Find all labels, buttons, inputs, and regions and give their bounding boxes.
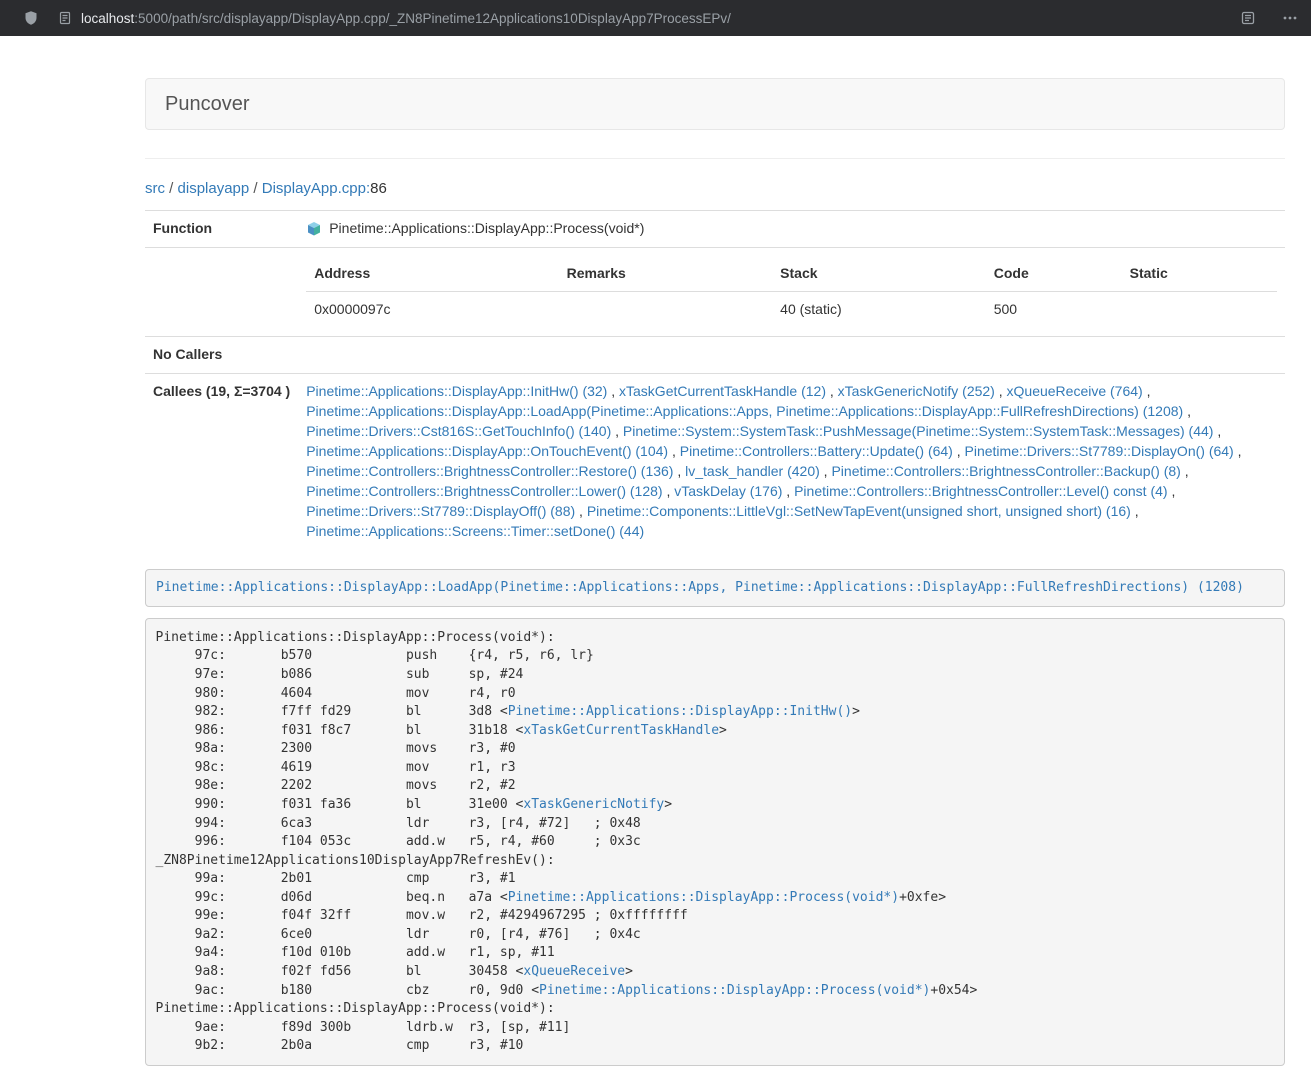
page-icon (58, 11, 72, 25)
breadcrumb-line-number: 86 (370, 180, 387, 197)
callees-list: Pinetime::Applications::DisplayApp::Init… (298, 373, 1285, 549)
col-address: Address (306, 256, 558, 291)
app-header: Puncover (145, 78, 1285, 130)
callees-separator: , (953, 443, 965, 459)
callee-link[interactable]: Pinetime::Drivers::St7789::DisplayOn() (… (965, 443, 1234, 459)
callee-link[interactable]: Pinetime::Controllers::BrightnessControl… (306, 463, 673, 479)
breadcrumb-link[interactable]: displayapp (178, 180, 250, 197)
callee-link[interactable]: xQueueReceive (764) (1007, 383, 1143, 399)
callee-link[interactable]: xTaskGetCurrentTaskHandle (12) (619, 383, 826, 399)
code-symbol-link[interactable]: xTaskGetCurrentTaskHandle (523, 723, 719, 738)
divider (145, 158, 1285, 159)
callees-separator: , (1213, 423, 1221, 439)
callees-label: Callees (19, Σ=3704 ) (145, 373, 298, 549)
function-table: Function Pinetime::Applications::Display… (145, 210, 1285, 550)
callee-link[interactable]: Pinetime::Controllers::Battery::Update()… (680, 443, 953, 459)
callees-separator: , (668, 443, 680, 459)
shield-icon[interactable] (23, 10, 39, 26)
cell-remarks (559, 291, 773, 327)
callee-link[interactable]: xTaskGenericNotify (252) (838, 383, 995, 399)
callee-link[interactable]: vTaskDelay (176) (674, 483, 782, 499)
reading-list-icon[interactable] (1240, 10, 1256, 26)
callees-separator: , (673, 463, 685, 479)
col-remarks: Remarks (559, 256, 773, 291)
url-host: localhost (81, 11, 134, 26)
code-symbol-link[interactable]: Pinetime::Applications::DisplayApp::Proc… (508, 890, 899, 905)
cell-code: 500 (986, 291, 1122, 327)
callees-separator: , (663, 483, 675, 499)
callee-link[interactable]: Pinetime::Drivers::St7789::DisplayOff() … (306, 503, 575, 519)
breadcrumb-separator: / (249, 180, 262, 197)
col-code: Code (986, 256, 1122, 291)
callee-link[interactable]: Pinetime::Drivers::Cst816S::GetTouchInfo… (306, 423, 611, 439)
metrics-table: Address Remarks Stack Code Static 0x0000… (306, 256, 1277, 328)
function-label: Function (145, 211, 298, 248)
callees-separator: , (995, 383, 1007, 399)
callees-separator: , (1181, 463, 1189, 479)
function-name: Pinetime::Applications::DisplayApp::Proc… (329, 219, 644, 239)
url-path: :5000/path/src/displayapp/DisplayApp.cpp… (134, 11, 731, 26)
browser-chrome: localhost:5000/path/src/displayapp/Displ… (0, 0, 1311, 36)
callee-link[interactable]: Pinetime::Applications::Screens::Timer::… (306, 523, 644, 539)
callees-separator: , (1143, 383, 1151, 399)
callees-separator: , (1168, 483, 1176, 499)
callees-separator: , (782, 483, 794, 499)
col-static: Static (1122, 256, 1277, 291)
cell-stack: 40 (static) (772, 291, 986, 327)
callees-separator: , (575, 503, 587, 519)
no-callers-row: No Callers (145, 336, 1285, 373)
code-symbol-link[interactable]: Pinetime::Applications::DisplayApp::Init… (508, 704, 852, 719)
metrics-row-label (145, 247, 298, 336)
cell-address: 0x0000097c (306, 291, 558, 327)
col-stack: Stack (772, 256, 986, 291)
function-row: Function Pinetime::Applications::Display… (145, 211, 1285, 248)
snippet-box: Pinetime::Applications::DisplayApp::Load… (145, 569, 1285, 608)
callees-row: Callees (19, Σ=3704 ) Pinetime::Applicat… (145, 373, 1285, 549)
callee-link[interactable]: Pinetime::Applications::DisplayApp::Init… (306, 383, 607, 399)
callees-separator: , (1234, 443, 1242, 459)
callee-link[interactable]: Pinetime::Applications::DisplayApp::Load… (306, 403, 1183, 419)
callee-link[interactable]: Pinetime::System::SystemTask::PushMessag… (623, 423, 1214, 439)
callee-link[interactable]: Pinetime::Controllers::BrightnessControl… (794, 483, 1167, 499)
callees-separator: , (820, 463, 832, 479)
page-container: Puncover src / displayapp / DisplayApp.c… (145, 78, 1285, 1066)
breadcrumb-link[interactable]: src (145, 180, 165, 197)
function-icon (306, 221, 322, 237)
breadcrumb: src / displayapp / DisplayApp.cpp:86 (145, 180, 1285, 197)
cell-static (1122, 291, 1277, 327)
metrics-values-row: 0x0000097c 40 (static) 500 (306, 291, 1277, 327)
code-symbol-link[interactable]: Pinetime::Applications::DisplayApp::Proc… (539, 983, 930, 998)
metrics-row: Address Remarks Stack Code Static 0x0000… (145, 247, 1285, 336)
callee-link[interactable]: Pinetime::Applications::DisplayApp::OnTo… (306, 443, 668, 459)
callees-separator: , (1131, 503, 1139, 519)
callees-separator: , (607, 383, 619, 399)
snippet-link[interactable]: Pinetime::Applications::DisplayApp::Load… (156, 580, 1244, 595)
callee-link[interactable]: lv_task_handler (420) (685, 463, 820, 479)
menu-icon[interactable] (1282, 10, 1298, 26)
callees-separator: , (1183, 403, 1191, 419)
callee-link[interactable]: Pinetime::Controllers::BrightnessControl… (831, 463, 1180, 479)
no-callers-label: No Callers (145, 336, 298, 373)
app-brand[interactable]: Puncover (165, 93, 250, 116)
callee-link[interactable]: Pinetime::Controllers::BrightnessControl… (306, 483, 662, 499)
code-symbol-link[interactable]: xQueueReceive (523, 964, 625, 979)
callee-link[interactable]: Pinetime::Components::LittleVgl::SetNewT… (587, 503, 1131, 519)
breadcrumb-link[interactable]: DisplayApp.cpp: (262, 180, 370, 197)
disassembly: Pinetime::Applications::DisplayApp::Proc… (145, 618, 1285, 1066)
callees-separator: , (826, 383, 838, 399)
breadcrumb-separator: / (165, 180, 178, 197)
address-bar[interactable]: localhost:5000/path/src/displayapp/Displ… (81, 11, 731, 26)
code-symbol-link[interactable]: xTaskGenericNotify (523, 797, 664, 812)
callees-separator: , (611, 423, 623, 439)
